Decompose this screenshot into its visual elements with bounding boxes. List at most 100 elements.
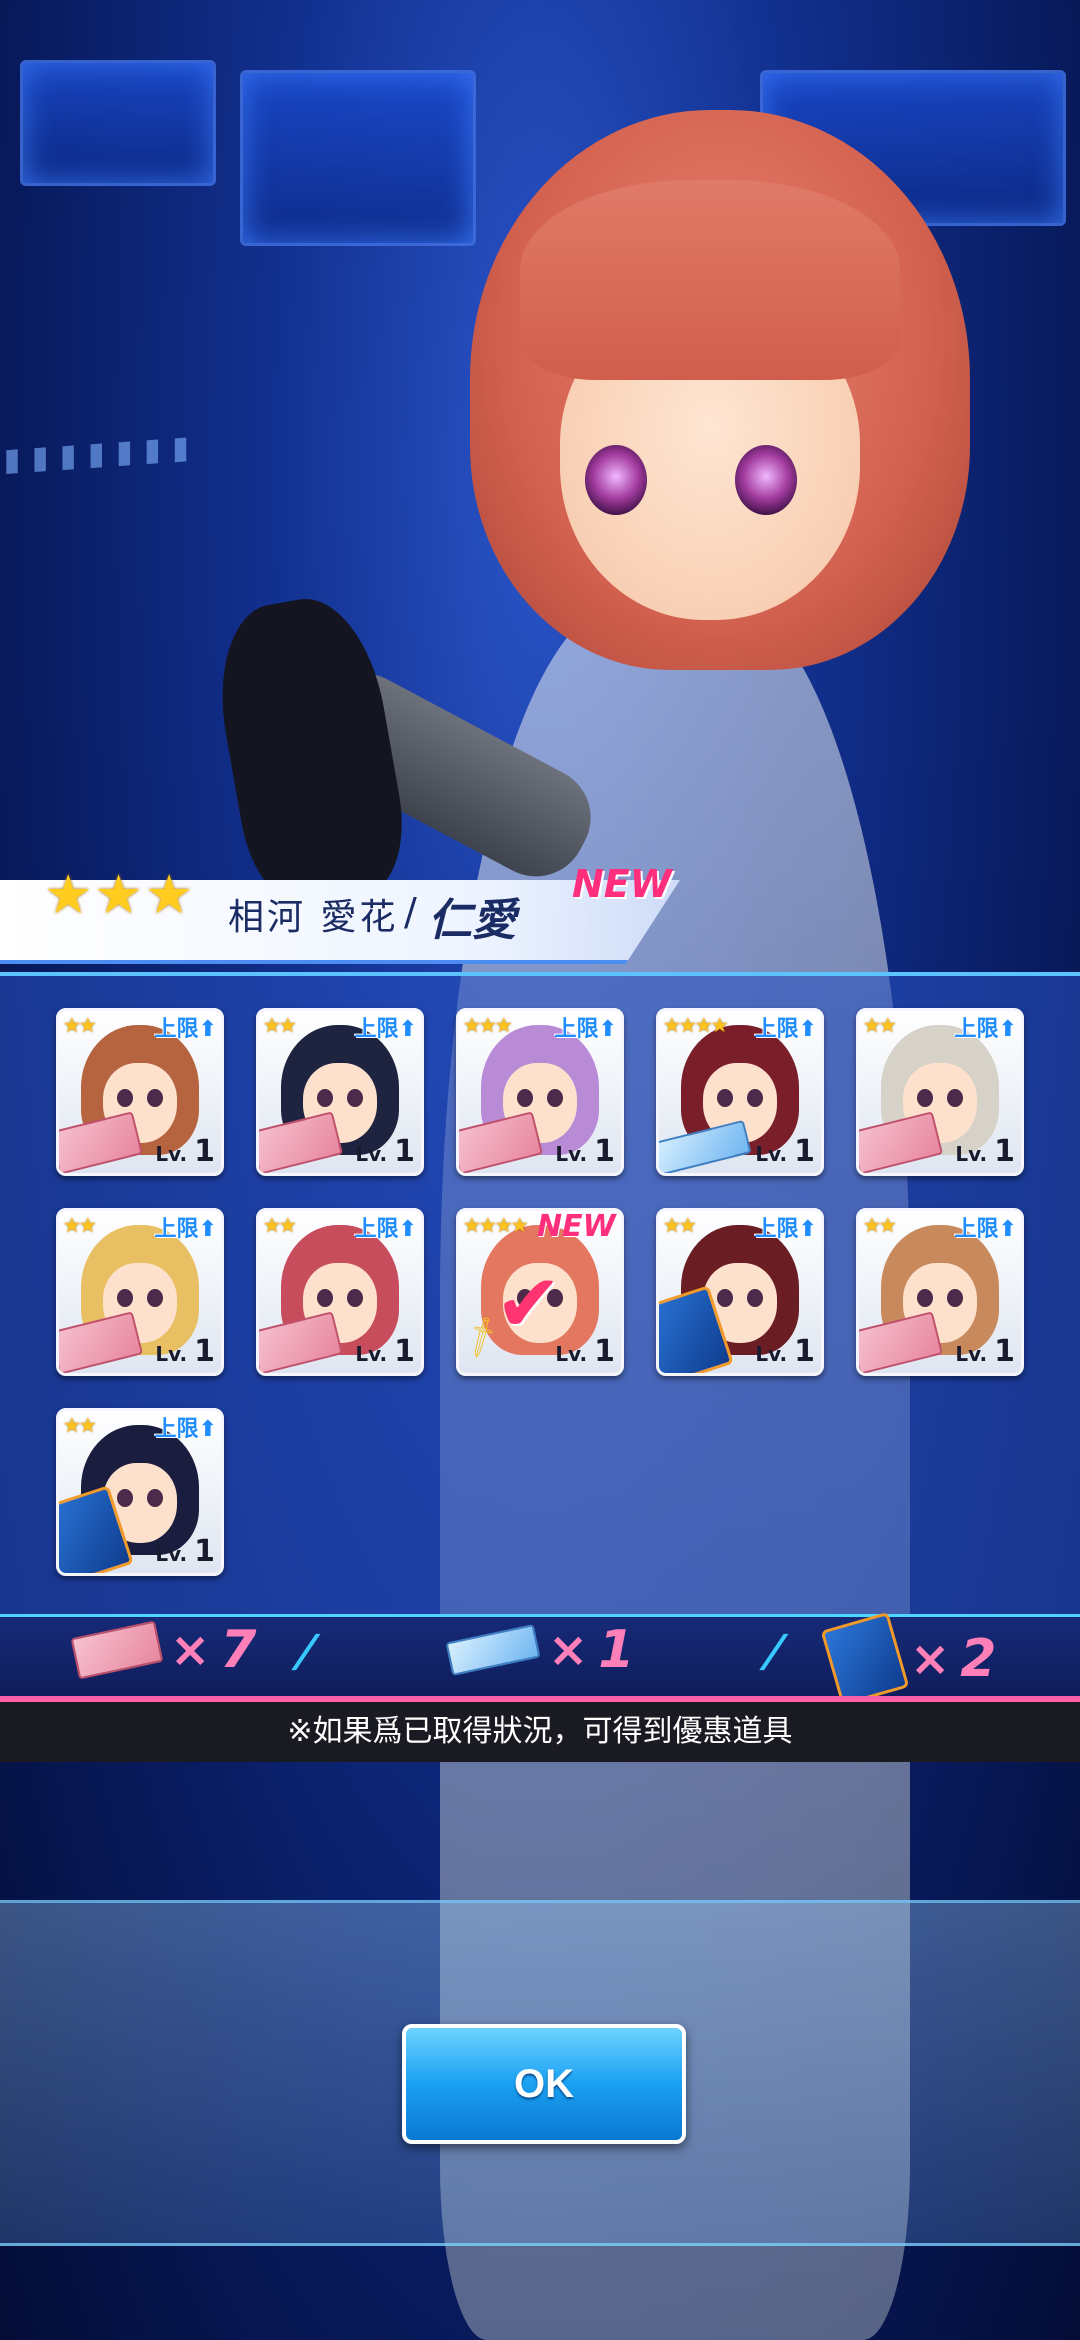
character-card[interactable]: ★★ 上限⬆ Lv. 1 xyxy=(56,1208,224,1376)
portrait-eye xyxy=(347,1289,363,1307)
portrait-eye xyxy=(147,1489,163,1507)
ok-button[interactable]: OK xyxy=(402,2024,686,2144)
level-value: 1 xyxy=(594,1134,615,1169)
tally-count: 1 xyxy=(598,1620,635,1680)
star-icon: ★ xyxy=(44,863,93,926)
character-card[interactable]: ★★ 上限⬆ Lv. 1 xyxy=(256,1008,424,1176)
character-card[interactable]: ★★★ 上限⬆ Lv. 1 xyxy=(456,1008,624,1176)
character-card[interactable]: ★★ 上限⬆ Lv. 1 xyxy=(856,1008,1024,1176)
arrow-up-icon: ⬆ xyxy=(398,1217,417,1242)
portrait-eye xyxy=(947,1289,963,1307)
limit-label: 上限 xyxy=(154,1217,199,1242)
level-value: 1 xyxy=(394,1334,415,1369)
card-rarity-stars: ★★ xyxy=(863,1213,897,1237)
portrait-eye xyxy=(547,1089,563,1107)
character-card[interactable]: ★★ 上限⬆ Lv. 1 xyxy=(56,1408,224,1576)
limit-label: 上限 xyxy=(154,1017,199,1042)
level-label: Lv. xyxy=(755,1342,795,1366)
portrait-eye xyxy=(717,1089,733,1107)
portrait-eye xyxy=(147,1089,163,1107)
card-rarity-stars: ★★ xyxy=(63,1013,97,1037)
character-eye xyxy=(735,445,797,515)
star-icon: ★ xyxy=(94,863,143,926)
card-rarity-stars: ★★ xyxy=(663,1213,697,1237)
arrow-up-icon: ⬆ xyxy=(398,1017,417,1042)
character-card[interactable]: ★★★★ 上限⬆ Lv. 1 xyxy=(656,1008,824,1176)
pink-ticket-icon xyxy=(459,1111,544,1173)
level-value: 1 xyxy=(194,1534,215,1569)
arrow-up-icon: ⬆ xyxy=(998,1017,1017,1042)
level-value: 1 xyxy=(194,1334,215,1369)
character-card[interactable]: ★★ 上限⬆ Lv. 1 xyxy=(856,1208,1024,1376)
portrait-eye xyxy=(117,1289,133,1307)
card-rarity-stars: ★★★ xyxy=(463,1013,513,1037)
blue-ticket-icon xyxy=(445,1624,541,1676)
portrait-eye xyxy=(717,1289,733,1307)
limit-label: 上限 xyxy=(954,1217,999,1242)
name-separator: / xyxy=(404,890,417,934)
tally-item: × 2 xyxy=(820,1611,997,1707)
pink-ticket-icon xyxy=(70,1620,164,1680)
card-rarity-stars: ★★ xyxy=(63,1413,97,1437)
tally-count: 2 xyxy=(960,1629,997,1689)
card-level: Lv. 1 xyxy=(155,1534,215,1569)
character-title: 仁愛 xyxy=(428,895,516,946)
character-card[interactable]: ★★ 上限⬆ Lv. 1 xyxy=(256,1208,424,1376)
arrow-up-icon: ⬆ xyxy=(998,1217,1017,1242)
card-rarity-stars: ★★ xyxy=(263,1213,297,1237)
level-value: 1 xyxy=(994,1334,1015,1369)
arrow-up-icon: ⬆ xyxy=(198,1417,217,1442)
level-label: Lv. xyxy=(355,1142,395,1166)
level-value: 1 xyxy=(394,1134,415,1169)
arrow-up-icon: ⬆ xyxy=(798,1017,817,1042)
character-card[interactable]: ★★★★ NEW ✔ 🗡 Lv. 1 xyxy=(456,1208,624,1376)
card-rarity-stars: ★★ xyxy=(263,1013,297,1037)
card-level: Lv. 1 xyxy=(355,1134,415,1169)
character-card[interactable]: ★★ 上限⬆ Lv. 1 xyxy=(656,1208,824,1376)
new-badge: NEW xyxy=(537,1209,616,1244)
character-eye xyxy=(585,445,647,515)
level-value: 1 xyxy=(594,1334,615,1369)
portrait-eye xyxy=(947,1089,963,1107)
card-level: Lv. 1 xyxy=(355,1334,415,1369)
portrait-eye xyxy=(117,1089,133,1107)
limit-label: 上限 xyxy=(954,1017,999,1042)
card-rarity-stars: ★★ xyxy=(63,1213,97,1237)
pink-ticket-icon xyxy=(859,1111,944,1173)
portrait-eye xyxy=(747,1089,763,1107)
card-level: Lv. 1 xyxy=(155,1134,215,1169)
character-name: 相河 愛花 xyxy=(228,897,399,938)
pink-ticket-icon xyxy=(59,1311,144,1373)
level-value: 1 xyxy=(994,1134,1015,1169)
limit-up-badge: 上限⬆ xyxy=(155,1011,217,1043)
arrow-up-icon: ⬆ xyxy=(798,1217,817,1242)
portrait-eye xyxy=(317,1089,333,1107)
level-label: Lv. xyxy=(555,1142,595,1166)
level-label: Lv. xyxy=(155,1542,195,1566)
tally-item: × 1 xyxy=(445,1620,635,1680)
limit-label: 上限 xyxy=(754,1217,799,1242)
portrait-eye xyxy=(317,1289,333,1307)
limit-up-badge: 上限⬆ xyxy=(355,1211,417,1243)
checkmark-icon: ✔ xyxy=(495,1257,563,1350)
card-level: Lv. 1 xyxy=(955,1134,1015,1169)
level-label: Lv. xyxy=(755,1142,795,1166)
card-rarity-stars: ★★★★ xyxy=(463,1213,529,1237)
limit-up-badge: 上限⬆ xyxy=(555,1011,617,1043)
level-label: Lv. xyxy=(155,1142,195,1166)
card-level: Lv. 1 xyxy=(555,1134,615,1169)
level-label: Lv. xyxy=(955,1142,995,1166)
card-rarity-stars: ★★ xyxy=(863,1013,897,1037)
level-value: 1 xyxy=(194,1134,215,1169)
bg-monitor xyxy=(240,70,476,246)
limit-up-badge: 上限⬆ xyxy=(355,1011,417,1043)
card-rarity-stars: ★★★★ xyxy=(663,1013,729,1037)
new-badge: NEW xyxy=(572,862,672,906)
character-bangs xyxy=(520,180,900,380)
card-level: Lv. 1 xyxy=(755,1334,815,1369)
limit-up-badge: 上限⬆ xyxy=(755,1211,817,1243)
card-level: Lv. 1 xyxy=(755,1134,815,1169)
limit-up-badge: 上限⬆ xyxy=(155,1411,217,1443)
level-value: 1 xyxy=(794,1334,815,1369)
character-card[interactable]: ★★ 上限⬆ Lv. 1 xyxy=(56,1008,224,1176)
